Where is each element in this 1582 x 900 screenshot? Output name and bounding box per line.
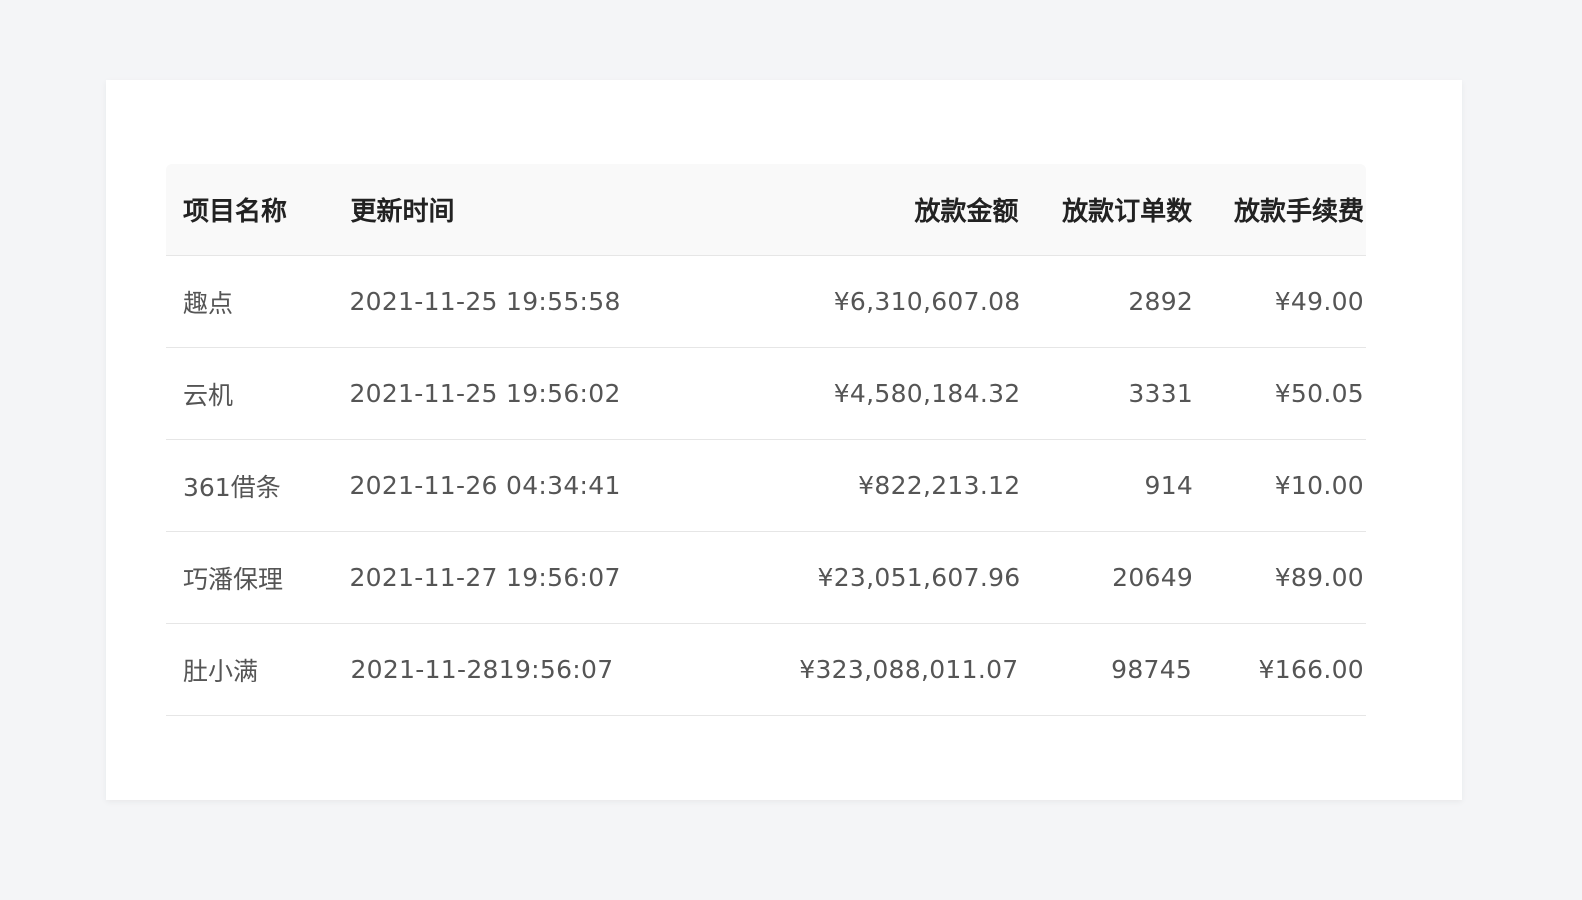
- cell-update-time: 2021-11-25 19:56:02: [349, 379, 621, 408]
- cell-order-count: 20649: [1112, 563, 1194, 592]
- cell-loan-fee: ¥166.00: [1258, 655, 1365, 684]
- cell-project-name: 巧潘保理: [183, 564, 284, 594]
- cell-loan-amount: ¥323,088,011.07: [799, 655, 1019, 684]
- cell-loan-fee: ¥49.00: [1274, 287, 1364, 316]
- cell-loan-fee: ¥89.00: [1274, 563, 1364, 592]
- cell-order-count: 98745: [1111, 655, 1193, 684]
- table-row[interactable]: 肚小满 2021-11-2819:56:07 ¥323,088,011.07 9…: [166, 624, 1366, 716]
- cell-update-time: 2021-11-27 19:56:07: [349, 563, 621, 592]
- header-project-name[interactable]: 项目名称: [166, 191, 350, 228]
- header-update-time[interactable]: 更新时间: [350, 191, 616, 228]
- cell-order-count: 914: [1144, 471, 1194, 500]
- cell-order-count: 3331: [1128, 379, 1194, 408]
- cell-update-time: 2021-11-26 04:34:41: [349, 471, 621, 500]
- table-row[interactable]: 趣点 2021-11-25 19:55:58 ¥6,310,607.08 289…: [166, 256, 1366, 348]
- cell-update-time: 2021-11-2819:56:07: [350, 655, 614, 684]
- header-loan-amount[interactable]: 放款金额: [616, 191, 1018, 228]
- header-loan-fee[interactable]: 放款手续费: [1192, 191, 1366, 228]
- cell-loan-amount: ¥6,310,607.08: [833, 287, 1021, 316]
- cell-loan-amount: ¥822,213.12: [858, 471, 1021, 500]
- table-row[interactable]: 巧潘保理 2021-11-27 19:56:07 ¥23,051,607.96 …: [166, 532, 1366, 624]
- loan-table: 项目名称 更新时间 放款金额 放款订单数 放款手续费 趣点 2021-11-25…: [166, 164, 1366, 716]
- cell-project-name: 肚小满: [183, 656, 259, 686]
- cell-loan-amount: ¥23,051,607.96: [817, 563, 1021, 592]
- cell-order-count: 2892: [1128, 287, 1194, 316]
- cell-update-time: 2021-11-25 19:55:58: [349, 287, 621, 316]
- table-card: 项目名称 更新时间 放款金额 放款订单数 放款手续费 趣点 2021-11-25…: [106, 80, 1462, 800]
- cell-project-name: 趣点: [183, 288, 234, 318]
- cell-loan-fee: ¥10.00: [1274, 471, 1364, 500]
- table-row[interactable]: 云机 2021-11-25 19:56:02 ¥4,580,184.32 333…: [166, 348, 1366, 440]
- cell-project-name: 361借条: [183, 472, 281, 502]
- cell-loan-fee: ¥50.05: [1274, 379, 1364, 408]
- cell-project-name: 云机: [183, 380, 234, 410]
- header-order-count[interactable]: 放款订单数: [1018, 191, 1192, 228]
- cell-loan-amount: ¥4,580,184.32: [833, 379, 1021, 408]
- table-row[interactable]: 361借条 2021-11-26 04:34:41 ¥822,213.12 91…: [166, 440, 1366, 532]
- table-header-row: 项目名称 更新时间 放款金额 放款订单数 放款手续费: [166, 164, 1366, 256]
